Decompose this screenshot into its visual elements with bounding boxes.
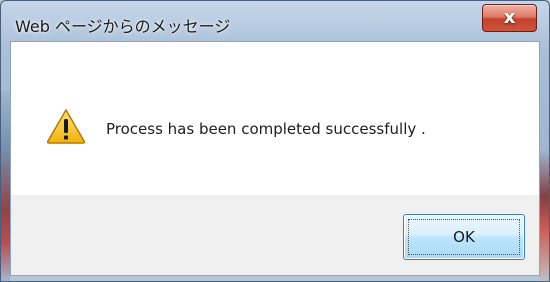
close-button[interactable]: x <box>482 4 537 32</box>
warning-icon <box>46 109 86 144</box>
dialog-title: Web ページからのメッセージ <box>15 17 231 36</box>
window-frame-accent-left <box>1 91 10 281</box>
dialog-message: Process has been completed successfully … <box>106 120 426 138</box>
message-area: Process has been completed successfully … <box>11 42 539 195</box>
ok-button-label: OK <box>453 228 475 246</box>
title-bar[interactable]: Web ページからのメッセージ x <box>1 1 549 41</box>
close-icon: x <box>503 7 516 28</box>
ok-button[interactable]: OK <box>403 214 525 260</box>
dialog-content: Process has been completed successfully … <box>10 41 540 276</box>
message-dialog-window: Web ページからのメッセージ x Process has been compl… <box>0 0 550 282</box>
window-frame-accent-right <box>540 151 549 281</box>
